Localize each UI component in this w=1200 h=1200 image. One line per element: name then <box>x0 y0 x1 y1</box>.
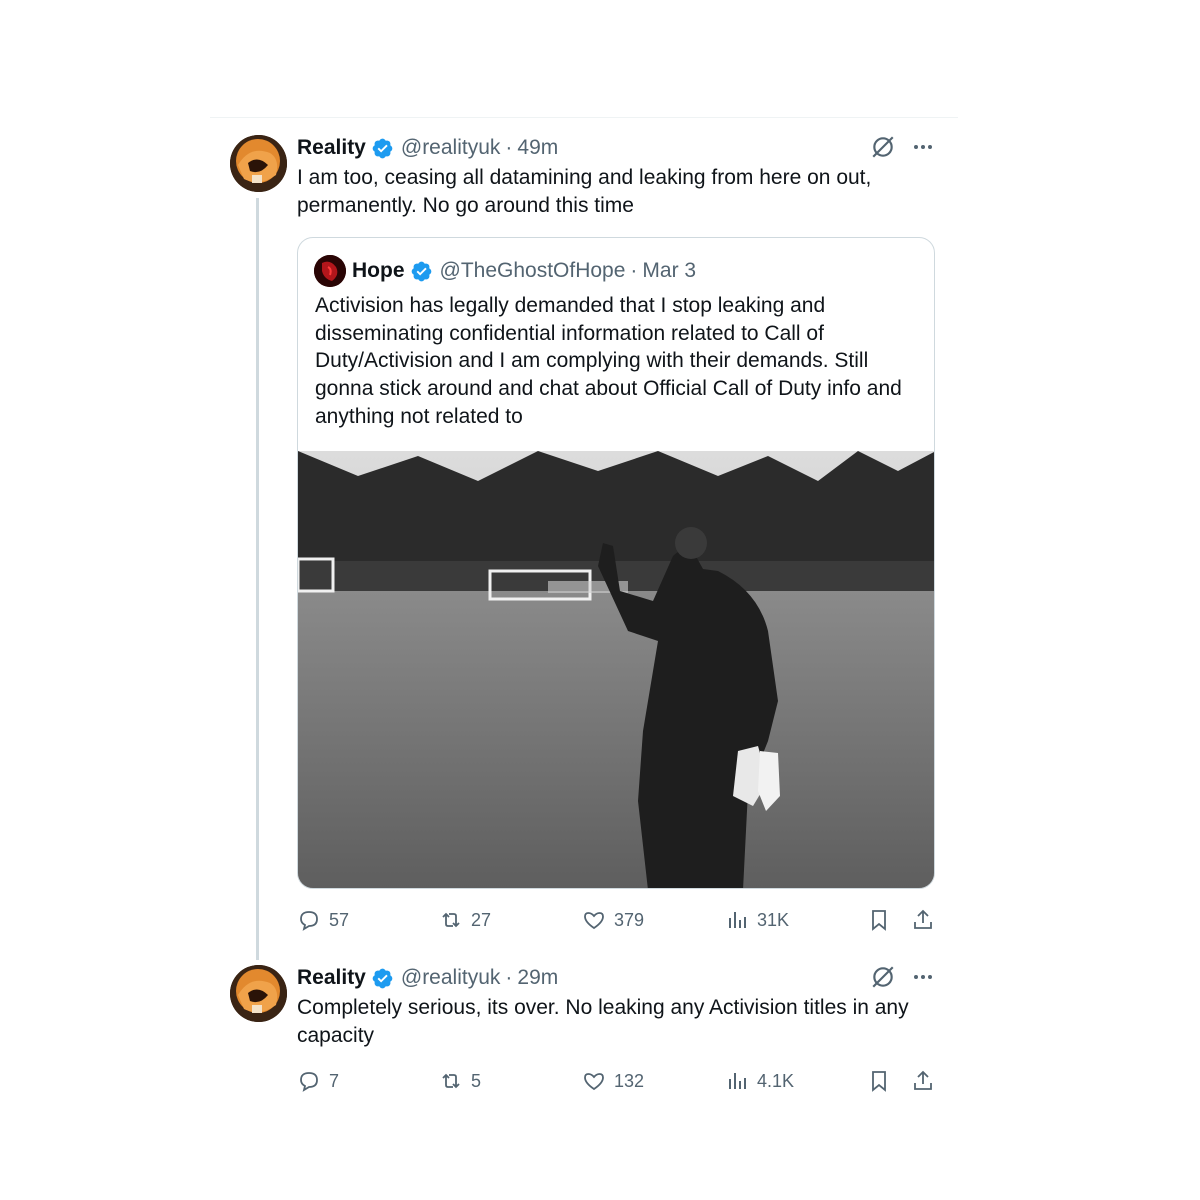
share-icon <box>914 1070 932 1090</box>
timestamp[interactable]: Mar 3 <box>642 259 696 283</box>
views-icon <box>729 1073 746 1089</box>
like-count: 379 <box>614 909 645 930</box>
author-name[interactable]: Reality <box>297 962 366 994</box>
reply-icon <box>300 911 318 931</box>
bookmark-icon <box>872 1071 886 1092</box>
separator-dot: · <box>630 259 638 282</box>
action-bar: 57 27 379 31K <box>297 905 942 935</box>
like-button[interactable]: 132 <box>582 1069 644 1093</box>
quoted-tweet-photo[interactable] <box>298 451 934 888</box>
author-handle[interactable]: @TheGhostOfHope <box>440 259 626 283</box>
views-button[interactable]: 31K <box>725 908 789 932</box>
separator-dot: · <box>505 966 513 989</box>
repost-count: 5 <box>471 1070 482 1091</box>
verified-badge-icon <box>371 967 394 990</box>
views-count: 31K <box>757 909 790 930</box>
quoted-tweet[interactable]: Hope @TheGhostOfHope · Mar 3 Activision … <box>297 237 935 889</box>
like-icon <box>584 912 604 930</box>
repost-icon <box>442 912 460 928</box>
tweet-text: I am too, ceasing all datamining and lea… <box>297 166 872 217</box>
reply-icon <box>300 1072 318 1092</box>
share-icon <box>914 909 932 929</box>
share-button[interactable] <box>911 908 935 932</box>
more-icon[interactable] <box>910 134 936 160</box>
views-icon <box>729 912 746 928</box>
reply-count: 57 <box>329 909 350 930</box>
bookmark-button[interactable] <box>867 908 891 932</box>
like-button[interactable]: 379 <box>582 908 644 932</box>
action-bar: 7 5 132 4.1K <box>297 1066 942 1096</box>
quoted-tweet-header: Hope @TheGhostOfHope · Mar 3 <box>314 254 696 288</box>
repost-button[interactable]: 5 <box>439 1069 481 1093</box>
timestamp[interactable]: 49m <box>517 132 558 164</box>
like-icon <box>584 1073 604 1091</box>
tweet-header: Reality @realityuk · 49m <box>297 132 942 164</box>
avatar[interactable] <box>230 965 287 1022</box>
more-icon[interactable] <box>910 964 936 990</box>
repost-button[interactable]: 27 <box>439 908 491 932</box>
like-count: 132 <box>614 1070 645 1091</box>
share-button[interactable] <box>911 1069 935 1093</box>
avatar[interactable] <box>314 255 346 287</box>
bookmark-icon <box>872 910 886 931</box>
avatar[interactable] <box>230 135 287 192</box>
timestamp[interactable]: 29m <box>517 962 558 994</box>
tweet-header: Reality @realityuk · 29m <box>297 962 942 994</box>
author-name[interactable]: Hope <box>352 259 405 283</box>
verified-badge-icon <box>371 137 394 160</box>
repost-icon <box>442 1073 460 1089</box>
separator-dot: · <box>505 136 513 159</box>
author-handle[interactable]: @realityuk <box>401 132 501 164</box>
tweet[interactable]: Reality @realityuk · 49m I am too, ceasi… <box>230 132 942 952</box>
repost-count: 27 <box>471 909 492 930</box>
reply-button[interactable]: 7 <box>297 1069 339 1093</box>
author-name[interactable]: Reality <box>297 132 366 164</box>
grok-icon[interactable] <box>870 134 896 160</box>
reply-count: 7 <box>329 1070 340 1091</box>
reply-button[interactable]: 57 <box>297 908 349 932</box>
views-count: 4.1K <box>757 1070 795 1091</box>
divider <box>210 117 958 118</box>
tweet[interactable]: Reality @realityuk · 29m Completely seri… <box>230 962 942 1102</box>
author-handle[interactable]: @realityuk <box>401 962 501 994</box>
verified-badge-icon <box>410 260 433 283</box>
grok-icon[interactable] <box>870 964 896 990</box>
views-button[interactable]: 4.1K <box>725 1069 794 1093</box>
tweet-text: Completely serious, its over. No leaking… <box>297 996 909 1047</box>
quoted-tweet-text: Activision has legally demanded that I s… <box>315 294 902 428</box>
bookmark-button[interactable] <box>867 1069 891 1093</box>
